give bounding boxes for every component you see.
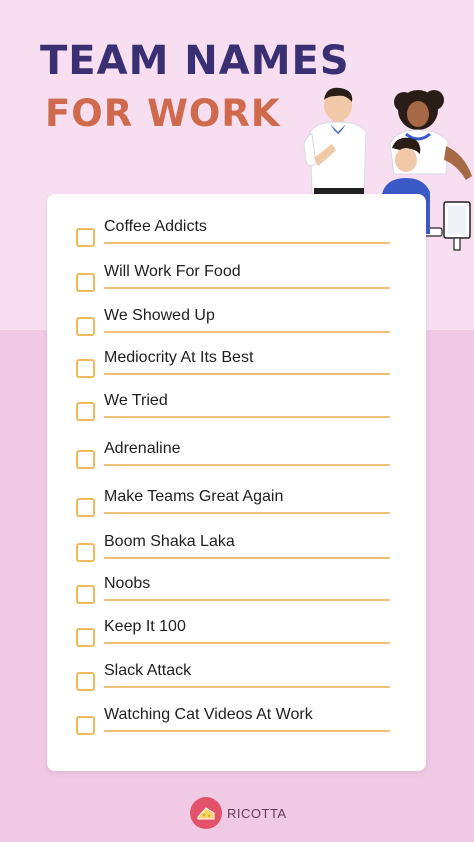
list-item-label: Adrenaline — [104, 440, 181, 457]
underline — [104, 416, 390, 418]
checkbox[interactable] — [76, 628, 95, 647]
list-item: We Tried — [47, 390, 426, 430]
list-item-label: Will Work For Food — [104, 263, 241, 280]
page-subtitle: FOR WORK — [45, 92, 281, 135]
checkbox[interactable] — [76, 317, 95, 336]
underline — [104, 512, 390, 514]
list-item: Mediocrity At Its Best — [47, 347, 426, 387]
list-item: Keep It 100 — [47, 616, 426, 656]
page-title: TEAM NAMES — [40, 38, 350, 84]
list-item-label: We Tried — [104, 392, 168, 409]
underline — [104, 599, 390, 601]
checkbox[interactable] — [76, 716, 95, 735]
list-item: Watching Cat Videos At Work — [47, 704, 426, 744]
checkbox[interactable] — [76, 359, 95, 378]
underline — [104, 373, 390, 375]
list-item-label: Boom Shaka Laka — [104, 533, 235, 550]
checkbox[interactable] — [76, 585, 95, 604]
list-item: Make Teams Great Again — [47, 486, 426, 526]
list-item: Boom Shaka Laka — [47, 531, 426, 571]
underline — [104, 642, 390, 644]
list-item-label: Noobs — [104, 575, 151, 592]
checkbox[interactable] — [76, 402, 95, 421]
brand-name: RICOTTA — [227, 805, 287, 821]
list-item-label: Coffee Addicts — [104, 218, 207, 235]
checkbox[interactable] — [76, 273, 95, 292]
brand[interactable]: RICOTTA — [190, 797, 287, 829]
underline — [104, 464, 390, 466]
list-item-label: Watching Cat Videos At Work — [104, 706, 313, 723]
list-item: We Showed Up — [47, 305, 426, 345]
list-item: Will Work For Food — [47, 261, 426, 301]
checkbox[interactable] — [76, 228, 95, 247]
list-item: Coffee Addicts — [47, 216, 426, 256]
list-item-label: Slack Attack — [104, 662, 192, 679]
checklist-card: Coffee Addicts Will Work For Food We Sho… — [47, 194, 426, 771]
checkbox[interactable] — [76, 498, 95, 517]
checkbox[interactable] — [76, 672, 95, 691]
cheese-icon — [190, 797, 222, 829]
checkbox[interactable] — [76, 543, 95, 562]
list-item-label: Keep It 100 — [104, 618, 186, 635]
checkbox[interactable] — [76, 450, 95, 469]
list-item: Noobs — [47, 573, 426, 613]
underline — [104, 242, 390, 244]
underline — [104, 686, 390, 688]
underline — [104, 730, 390, 732]
list-item: Adrenaline — [47, 438, 426, 478]
list-item-label: Make Teams Great Again — [104, 488, 284, 505]
list-item-label: We Showed Up — [104, 307, 215, 324]
list-item-label: Mediocrity At Its Best — [104, 349, 254, 366]
underline — [104, 331, 390, 333]
underline — [104, 557, 390, 559]
list-item: Slack Attack — [47, 660, 426, 700]
underline — [104, 287, 390, 289]
